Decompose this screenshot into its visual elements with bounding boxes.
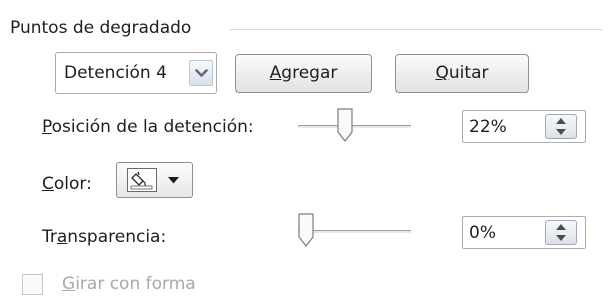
slider-thumb[interactable] — [298, 213, 314, 247]
spin-down-arrow-icon[interactable] — [556, 129, 566, 135]
remove-button-label: uitar — [448, 63, 489, 83]
chevron-down-icon — [195, 69, 208, 77]
group-divider — [230, 29, 602, 30]
stop-position-label: Posición de la detención: — [42, 117, 254, 137]
spin-up-arrow-icon[interactable] — [556, 118, 566, 124]
gradient-stops-title: Puntos de degradado — [10, 18, 192, 38]
slider-track-shadow — [298, 126, 411, 128]
remove-stop-button[interactable]: Quitar — [395, 54, 529, 93]
slider-thumb[interactable] — [337, 108, 353, 142]
color-picker-button[interactable] — [116, 162, 193, 198]
paint-bucket-icon — [130, 171, 153, 190]
rotate-with-shape-checkbox[interactable] — [22, 274, 43, 295]
dropdown-triangle-icon — [168, 177, 179, 184]
spin-down-arrow-icon[interactable] — [556, 235, 566, 241]
color-label: Color: — [42, 174, 92, 194]
add-button-label: gregar — [281, 63, 338, 83]
dropdown-arrow-button[interactable] — [189, 60, 213, 86]
rotate-with-shape-label: Girar con forma — [62, 274, 196, 294]
stop-position-value: 22% — [469, 117, 507, 137]
spin-buttons[interactable] — [545, 220, 577, 245]
stop-position-spinbox[interactable]: 22% — [462, 110, 586, 143]
color-swatch — [127, 168, 157, 192]
transparency-spinbox[interactable]: 0% — [462, 216, 586, 249]
stop-position-slider[interactable] — [298, 108, 411, 144]
transparency-label: Transparencia: — [42, 227, 167, 247]
transparency-slider[interactable] — [298, 213, 411, 249]
remove-button-accesskey: Q — [435, 63, 449, 83]
gradient-stop-dropdown[interactable]: Detención 4 — [55, 52, 217, 94]
slider-track-shadow — [298, 231, 411, 233]
add-button-accesskey: A — [269, 63, 282, 83]
gradient-stop-value: Detención 4 — [64, 63, 167, 83]
spin-buttons[interactable] — [545, 114, 577, 139]
spin-up-arrow-icon[interactable] — [556, 224, 566, 230]
transparency-value: 0% — [469, 223, 496, 243]
add-stop-button[interactable]: Agregar — [235, 54, 372, 93]
